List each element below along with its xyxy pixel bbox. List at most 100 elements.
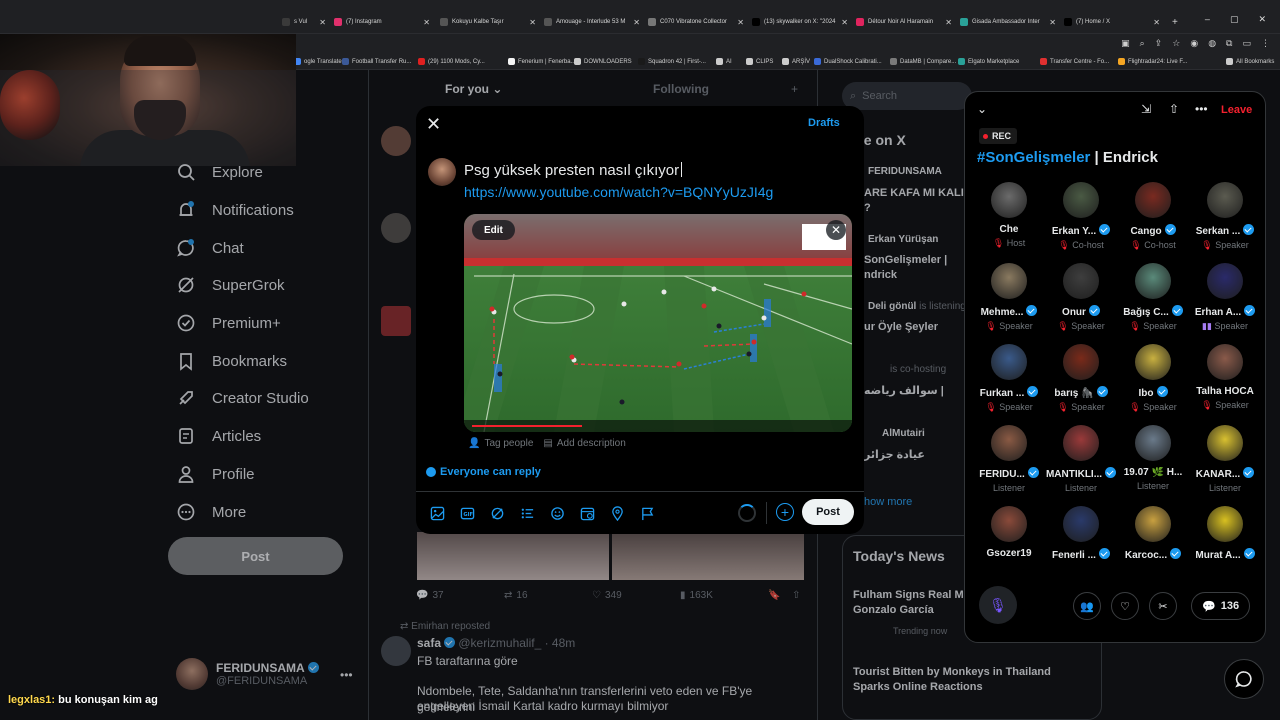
sidebar-icon[interactable]: ▭	[1242, 38, 1251, 49]
bookmark-item[interactable]: ARŞİV	[782, 58, 810, 65]
flag-icon[interactable]	[638, 504, 656, 522]
close-window-icon[interactable]: ✕	[1258, 14, 1266, 25]
extension-icon[interactable]: ◍	[1208, 38, 1216, 49]
space-participant[interactable]: Cango 🎙 Co-host	[1117, 182, 1189, 251]
space-participant[interactable]: barış 🦍 🎙 Speaker	[1045, 344, 1117, 413]
bookmark-item[interactable]: CLIPS	[746, 58, 773, 65]
star-icon[interactable]: ☆	[1172, 38, 1180, 49]
new-tab-button[interactable]: +	[1172, 13, 1178, 31]
space-participant[interactable]: Erkan Y... 🎙 Co-host	[1045, 182, 1117, 251]
emoji-icon[interactable]	[548, 504, 566, 522]
media-icon[interactable]	[428, 504, 446, 522]
gif-icon[interactable]: GIF	[458, 504, 476, 522]
bookmark-item[interactable]: Squadron 42 | First-...	[638, 58, 706, 65]
browser-tab[interactable]: Détour Noir Al Haramain ✕	[856, 13, 954, 31]
react-icon[interactable]: ♡	[1111, 592, 1139, 620]
compose-link[interactable]: https://www.youtube.com/watch?v=BQNYyUzJ…	[464, 184, 773, 200]
media-preview[interactable]: Edit ✕	[464, 214, 852, 432]
space-participant[interactable]: Fenerli ...	[1045, 506, 1117, 561]
browser-tab[interactable]: Amouage - Interlude 53 M ✕	[544, 13, 642, 31]
space-participant[interactable]: Murat A...	[1189, 506, 1261, 561]
zoom-icon[interactable]: ⌕	[1140, 38, 1145, 49]
leave-button[interactable]: Leave	[1221, 104, 1252, 116]
participant-role: Co-host	[1144, 240, 1176, 250]
space-participant[interactable]: Serkan ... 🎙 Speaker	[1189, 182, 1261, 251]
minimize-icon[interactable]: –	[1205, 14, 1210, 25]
space-participant[interactable]: Talha HOCA 🎙 Speaker	[1189, 344, 1261, 411]
share-icon[interactable]: ⇧	[1169, 102, 1179, 116]
close-tab-icon[interactable]: ✕	[423, 18, 430, 27]
browser-tab[interactable]: (13) skywalker on X: "2024 ✕	[752, 13, 850, 31]
remove-media-icon[interactable]: ✕	[826, 220, 846, 240]
browser-tab[interactable]: (7) Instagram ✕	[334, 13, 432, 31]
muted-mic-icon: 🎙	[1129, 402, 1144, 412]
messages-fab[interactable]	[1224, 659, 1264, 699]
space-participant[interactable]: Gsozer19	[973, 506, 1045, 559]
browser-tab[interactable]: s Vul ✕	[282, 13, 328, 31]
browser-tab[interactable]: (7) Home / X ✕	[1064, 13, 1162, 31]
space-participant[interactable]: Onur 🎙 Speaker	[1045, 263, 1117, 332]
space-participant[interactable]: Erhan A... ▮▮ Speaker	[1189, 263, 1261, 332]
close-tab-icon[interactable]: ✕	[1049, 18, 1056, 27]
bookmark-item[interactable]: Transfer Centre - Fo...	[1040, 58, 1109, 65]
reply-setting-button[interactable]: Everyone can reply	[426, 466, 541, 478]
people-icon[interactable]: 👥	[1073, 592, 1101, 620]
tag-people-button[interactable]: 👤 Tag people	[468, 438, 533, 449]
browser-tab[interactable]: Gisada Ambassador Inter ✕	[960, 13, 1058, 31]
browser-tab[interactable]: C070 Vibratone Collector ✕	[648, 13, 746, 31]
bookmark-item[interactable]: ogle Translate	[294, 58, 342, 65]
more-options-icon[interactable]: •••	[1195, 102, 1208, 116]
space-participant[interactable]: Ibo 🎙 Speaker	[1117, 344, 1189, 413]
submit-post-button[interactable]: Post	[802, 499, 854, 525]
add-description-button[interactable]: ▤ Add description	[543, 438, 625, 449]
edit-media-button[interactable]: Edit	[472, 220, 515, 240]
browser-tab[interactable]: Kokuyu Kalbe Taşır ✕	[440, 13, 538, 31]
minimize-space-icon[interactable]: ⇲	[1141, 102, 1151, 116]
close-tab-icon[interactable]: ✕	[529, 18, 536, 27]
space-participant[interactable]: Karcoc...	[1117, 506, 1189, 561]
avatar	[1207, 182, 1243, 218]
bookmark-item[interactable]: Flightradar24: Live F...	[1118, 58, 1187, 65]
microphone-icon[interactable]: 🎙	[979, 586, 1017, 624]
close-tab-icon[interactable]: ✕	[319, 18, 326, 27]
extensions-icon[interactable]: ⧉	[1226, 38, 1232, 49]
close-tab-icon[interactable]: ✕	[1153, 18, 1160, 27]
add-post-icon[interactable]: +	[776, 503, 794, 521]
bookmark-item[interactable]: Football Transfer Ru...	[342, 58, 411, 65]
space-participant[interactable]: KANAR... Listener	[1189, 425, 1261, 493]
close-tab-icon[interactable]: ✕	[737, 18, 744, 27]
bookmark-item[interactable]: AI	[716, 58, 732, 65]
schedule-icon[interactable]	[578, 504, 596, 522]
space-participant[interactable]: Furkan ... 🎙 Speaker	[973, 344, 1045, 413]
drafts-button[interactable]: Drafts	[808, 117, 840, 129]
close-tab-icon[interactable]: ✕	[633, 18, 640, 27]
compose-textarea[interactable]: Psg yüksek presten nasıl çıkıyor	[464, 162, 682, 179]
bookmark-item[interactable]: (29) 1100 Mods, Cy...	[418, 58, 485, 65]
menu-icon[interactable]: ⋮	[1261, 38, 1270, 49]
clip-icon[interactable]: ✂	[1149, 592, 1177, 620]
close-tab-icon[interactable]: ✕	[945, 18, 952, 27]
grok-icon[interactable]	[488, 504, 506, 522]
share-icon[interactable]: ⇪	[1155, 38, 1163, 49]
location-icon[interactable]	[608, 504, 626, 522]
bookmark-item[interactable]: DOWNLOADERS	[574, 58, 632, 65]
space-participant[interactable]: MANTIKLI... Listener	[1045, 425, 1117, 493]
comments-button[interactable]: 💬 136	[1191, 592, 1251, 620]
bookmark-item[interactable]: Fenerium | Fenerba...	[508, 58, 576, 65]
space-participant[interactable]: Che 🎙 Host	[973, 182, 1045, 249]
close-tab-icon[interactable]: ✕	[841, 18, 848, 27]
bookmark-item[interactable]: Elgato Marketplace	[958, 58, 1019, 65]
space-participant[interactable]: 19.07 🌿 H... Listener	[1117, 425, 1189, 491]
collapse-icon[interactable]: ⌄	[977, 102, 987, 116]
bookmark-item[interactable]: DualShock Calibrati...	[814, 58, 882, 65]
space-participant[interactable]: Mehme... 🎙 Speaker	[973, 263, 1045, 332]
bookmark-item[interactable]: DataMB | Compare...	[890, 58, 956, 65]
bookmark-item[interactable]: All Bookmarks	[1226, 58, 1274, 65]
space-participant[interactable]: Bağış C... 🎙 Speaker	[1117, 263, 1189, 332]
profile-icon[interactable]: ◉	[1190, 38, 1198, 49]
space-participant[interactable]: FERIDU... Listener	[973, 425, 1045, 493]
poll-icon[interactable]	[518, 504, 536, 522]
maximize-icon[interactable]: ▢	[1230, 14, 1239, 25]
close-icon[interactable]: ✕	[426, 114, 446, 134]
screenshot-icon[interactable]: ▣	[1121, 38, 1130, 49]
